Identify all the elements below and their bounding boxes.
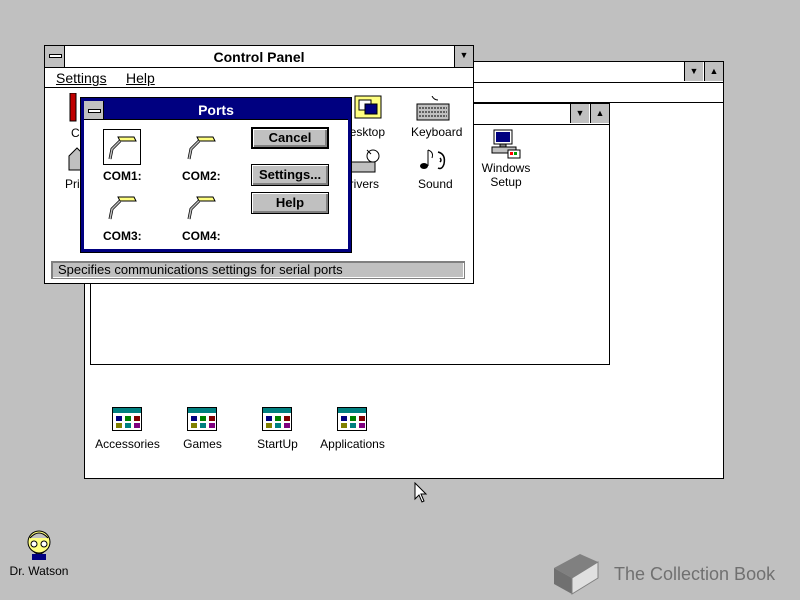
mouse-cursor-icon bbox=[414, 482, 428, 503]
group-label: Applications bbox=[320, 437, 385, 451]
minimize-icon[interactable]: ▼ bbox=[570, 104, 589, 123]
minimize-icon[interactable]: ▼ bbox=[684, 62, 703, 81]
menu-help[interactable]: Help bbox=[126, 70, 155, 86]
ports-titlebar[interactable]: Ports bbox=[84, 101, 348, 120]
port-connector-icon bbox=[108, 196, 137, 220]
windows-setup-icon-item[interactable]: Windows Setup bbox=[476, 128, 536, 189]
menu-settings[interactable]: Settings bbox=[56, 70, 107, 86]
port-label: COM3: bbox=[103, 229, 142, 243]
group-accessories[interactable]: Accessories bbox=[95, 407, 160, 457]
group-startup[interactable]: StartUp bbox=[245, 407, 310, 457]
help-button[interactable]: Help bbox=[251, 192, 329, 214]
system-menu-icon[interactable] bbox=[84, 101, 104, 119]
icon-label: Dr. Watson bbox=[9, 564, 69, 578]
status-bar: Specifies communications settings for se… bbox=[51, 261, 465, 279]
ports-dialog[interactable]: Ports COM1: COM2: COM3: COM4: Cancel Set… bbox=[80, 97, 352, 253]
group-label: Accessories bbox=[95, 437, 160, 451]
sound-icon-item[interactable]: Sound bbox=[408, 146, 458, 192]
book-icon bbox=[554, 554, 599, 595]
port-com1[interactable]: COM1: bbox=[102, 127, 162, 183]
program-group-icon bbox=[112, 407, 142, 431]
maximize-icon[interactable]: ▲ bbox=[590, 104, 609, 123]
port-com4[interactable]: COM4: bbox=[181, 187, 241, 243]
system-menu-icon[interactable] bbox=[45, 46, 65, 67]
program-group-icon bbox=[262, 407, 292, 431]
watermark: The Collection Book bbox=[548, 550, 788, 598]
watermark-text: The Collection Book bbox=[614, 564, 776, 584]
ports-client-area: COM1: COM2: COM3: COM4: Cancel Settings.… bbox=[84, 120, 348, 249]
program-group-icon bbox=[187, 407, 217, 431]
control-panel-titlebar[interactable]: Control Panel ▼ bbox=[45, 46, 473, 68]
cancel-button[interactable]: Cancel bbox=[251, 127, 329, 149]
port-label: COM2: bbox=[182, 169, 221, 183]
maximize-icon[interactable]: ▲ bbox=[704, 62, 723, 81]
icon-label: Setup bbox=[490, 175, 522, 189]
control-panel-menubar: Settings Help bbox=[45, 68, 473, 88]
minimize-icon[interactable]: ▼ bbox=[454, 46, 473, 67]
port-settings-button[interactable]: Settings... bbox=[251, 164, 329, 186]
port-label: COM1: bbox=[103, 169, 142, 183]
sound-icon bbox=[420, 149, 446, 170]
group-label: StartUp bbox=[257, 437, 298, 451]
port-connector-icon bbox=[187, 196, 216, 220]
dr-watson-icon bbox=[27, 530, 51, 560]
port-com3[interactable]: COM3: bbox=[102, 187, 162, 243]
desktop-icon bbox=[354, 95, 382, 119]
drivers-icon bbox=[350, 149, 380, 173]
color-icon bbox=[69, 93, 77, 122]
group-games[interactable]: Games bbox=[170, 407, 235, 457]
port-com2[interactable]: COM2: bbox=[181, 127, 241, 183]
printers-icon bbox=[68, 147, 81, 171]
icon-label: C bbox=[71, 126, 80, 140]
group-label: Games bbox=[183, 437, 222, 451]
control-panel-title: Control Panel bbox=[213, 49, 305, 65]
icon-label: Sound bbox=[418, 177, 453, 191]
program-group-icon bbox=[337, 407, 367, 431]
dr-watson-icon-item[interactable]: Dr. Watson bbox=[6, 528, 72, 580]
windows-setup-icon bbox=[491, 129, 521, 159]
keyboard-icon bbox=[416, 96, 450, 121]
port-label: COM4: bbox=[182, 229, 221, 243]
port-connector-icon bbox=[187, 136, 216, 160]
icon-label: Keyboard bbox=[411, 125, 463, 139]
ports-title: Ports bbox=[198, 102, 234, 118]
icon-label: Windows bbox=[481, 161, 531, 175]
keyboard-icon-item[interactable]: Keyboard bbox=[408, 94, 462, 140]
group-applications[interactable]: Applications bbox=[315, 407, 390, 457]
port-connector-icon bbox=[108, 136, 137, 160]
